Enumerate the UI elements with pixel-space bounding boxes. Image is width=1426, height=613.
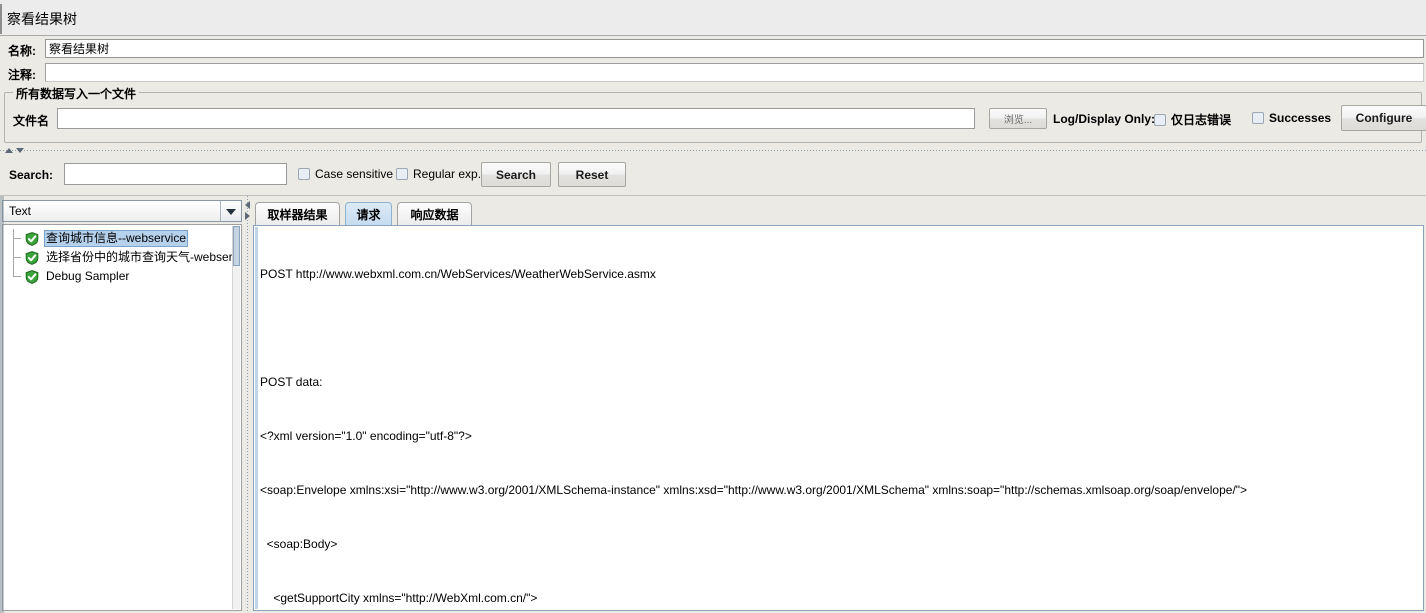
- errors-only-checkbox[interactable]: 仅日志错误: [1154, 111, 1231, 128]
- vertical-split-divider[interactable]: [243, 196, 252, 613]
- checkbox-box-icon[interactable]: [1154, 113, 1166, 126]
- case-sensitive-label: Case sensitive: [315, 167, 394, 181]
- text-area-left-gutter: [255, 227, 258, 609]
- chevron-up-icon[interactable]: [5, 148, 13, 153]
- tree-item-0[interactable]: 查询城市信息--webservice: [3, 229, 241, 248]
- chevron-left-icon[interactable]: [245, 201, 250, 209]
- tree-vertical-scrollbar[interactable]: [232, 226, 240, 609]
- result-tabs: 取样器结果 请求 响应数据: [253, 200, 1424, 225]
- sampler-tree-panel: Text 查询城市信息--webservice 选择省份中的城市查询天气-web…: [2, 200, 242, 611]
- regular-exp-checkbox[interactable]: Regular exp.: [396, 167, 481, 181]
- tab-response-data[interactable]: 响应数据: [397, 202, 472, 225]
- scrollbar-thumb[interactable]: [233, 226, 240, 266]
- search-button[interactable]: Search: [481, 162, 551, 187]
- success-status-icon: [25, 231, 39, 246]
- comment-input[interactable]: [45, 63, 1424, 82]
- write-all-data-group: 所有数据写入一个文件 文件名 浏览... Log/Display Only: 仅…: [4, 85, 1426, 143]
- page-title: 察看结果树: [7, 11, 77, 27]
- name-row: 名称:: [0, 38, 1426, 60]
- success-status-icon: [25, 269, 39, 284]
- request-line: POST data:: [260, 375, 323, 389]
- tree-item-2[interactable]: Debug Sampler: [3, 267, 241, 286]
- regular-exp-label: Regular exp.: [413, 167, 482, 181]
- tab-sampler-result[interactable]: 取样器结果: [255, 202, 340, 225]
- view-results-tree-window: 察看结果树 名称: 注释: 所有数据写入一个文件 文件名 浏览... Log/D…: [0, 0, 1426, 613]
- results-tree[interactable]: 查询城市信息--webservice 选择省份中的城市查询天气-webserv: [2, 224, 242, 611]
- search-input[interactable]: [64, 163, 287, 185]
- write-all-data-group-title: 所有数据写入一个文件: [13, 85, 140, 102]
- comment-row: 注释:: [0, 62, 1426, 84]
- filename-label: 文件名: [13, 114, 50, 128]
- chevron-down-icon: [226, 209, 236, 215]
- renderer-select-arrow[interactable]: [220, 201, 241, 221]
- results-area: Text 查询城市信息--webservice 选择省份中的城市查询天气-web…: [0, 196, 1426, 613]
- tree-item-label: Debug Sampler: [46, 269, 130, 283]
- chevron-right-icon[interactable]: [245, 212, 250, 220]
- tree-item-label: 选择省份中的城市查询天气-webserv: [46, 250, 239, 264]
- errors-only-label: 仅日志错误: [1171, 113, 1232, 127]
- chevron-down-icon[interactable]: [16, 148, 24, 153]
- checkbox-box-icon[interactable]: [298, 168, 310, 180]
- tab-request[interactable]: 请求: [345, 202, 392, 225]
- request-line: <soap:Envelope xmlns:xsi="http://www.w3.…: [260, 483, 1248, 497]
- result-detail-panel: 取样器结果 请求 响应数据 POST http://www.webxml.com…: [253, 200, 1424, 611]
- configure-button[interactable]: Configure: [1341, 105, 1426, 131]
- log-display-only-label: Log/Display Only:: [1053, 112, 1156, 126]
- case-sensitive-checkbox[interactable]: Case sensitive: [298, 167, 393, 181]
- search-label: Search:: [9, 168, 54, 182]
- request-text-content: POST http://www.webxml.com.cn/WebService…: [260, 229, 1419, 610]
- reset-button[interactable]: Reset: [558, 162, 626, 187]
- successes-checkbox[interactable]: Successes: [1252, 111, 1331, 125]
- search-toolbar: Search: Case sensitive Regular exp. Sear…: [0, 156, 1426, 196]
- window-title-bar: 察看结果树: [0, 0, 1426, 36]
- tree-item-1[interactable]: 选择省份中的城市查询天气-webserv: [3, 248, 241, 267]
- filename-input[interactable]: [57, 108, 975, 129]
- checkbox-box-icon[interactable]: [1252, 112, 1264, 124]
- renderer-select[interactable]: Text: [2, 200, 242, 222]
- request-line: <soap:Body>: [260, 537, 338, 551]
- request-line: POST http://www.webxml.com.cn/WebService…: [260, 267, 656, 281]
- window-left-edge: [0, 196, 4, 613]
- comment-label: 注释:: [8, 68, 36, 82]
- name-label: 名称:: [8, 44, 36, 58]
- title-accent-bar: [0, 4, 2, 34]
- browse-button[interactable]: 浏览...: [989, 108, 1047, 129]
- request-line: <getSupportCity xmlns="http://WebXml.com…: [260, 591, 538, 605]
- name-input[interactable]: [45, 39, 1424, 58]
- successes-label: Successes: [1269, 111, 1332, 125]
- split-collapse-arrows[interactable]: [244, 201, 251, 223]
- request-text-area[interactable]: POST http://www.webxml.com.cn/WebService…: [253, 225, 1424, 611]
- request-line: <?xml version="1.0" encoding="utf-8"?>: [260, 429, 472, 443]
- renderer-select-value: Text: [9, 204, 32, 218]
- success-status-icon: [25, 250, 39, 265]
- request-line: [260, 319, 1419, 337]
- tree-item-label: 查询城市信息--webservice: [44, 230, 189, 247]
- split-collapse-arrows[interactable]: [5, 147, 27, 154]
- checkbox-box-icon[interactable]: [396, 168, 408, 180]
- horizontal-split-divider[interactable]: [0, 146, 1426, 155]
